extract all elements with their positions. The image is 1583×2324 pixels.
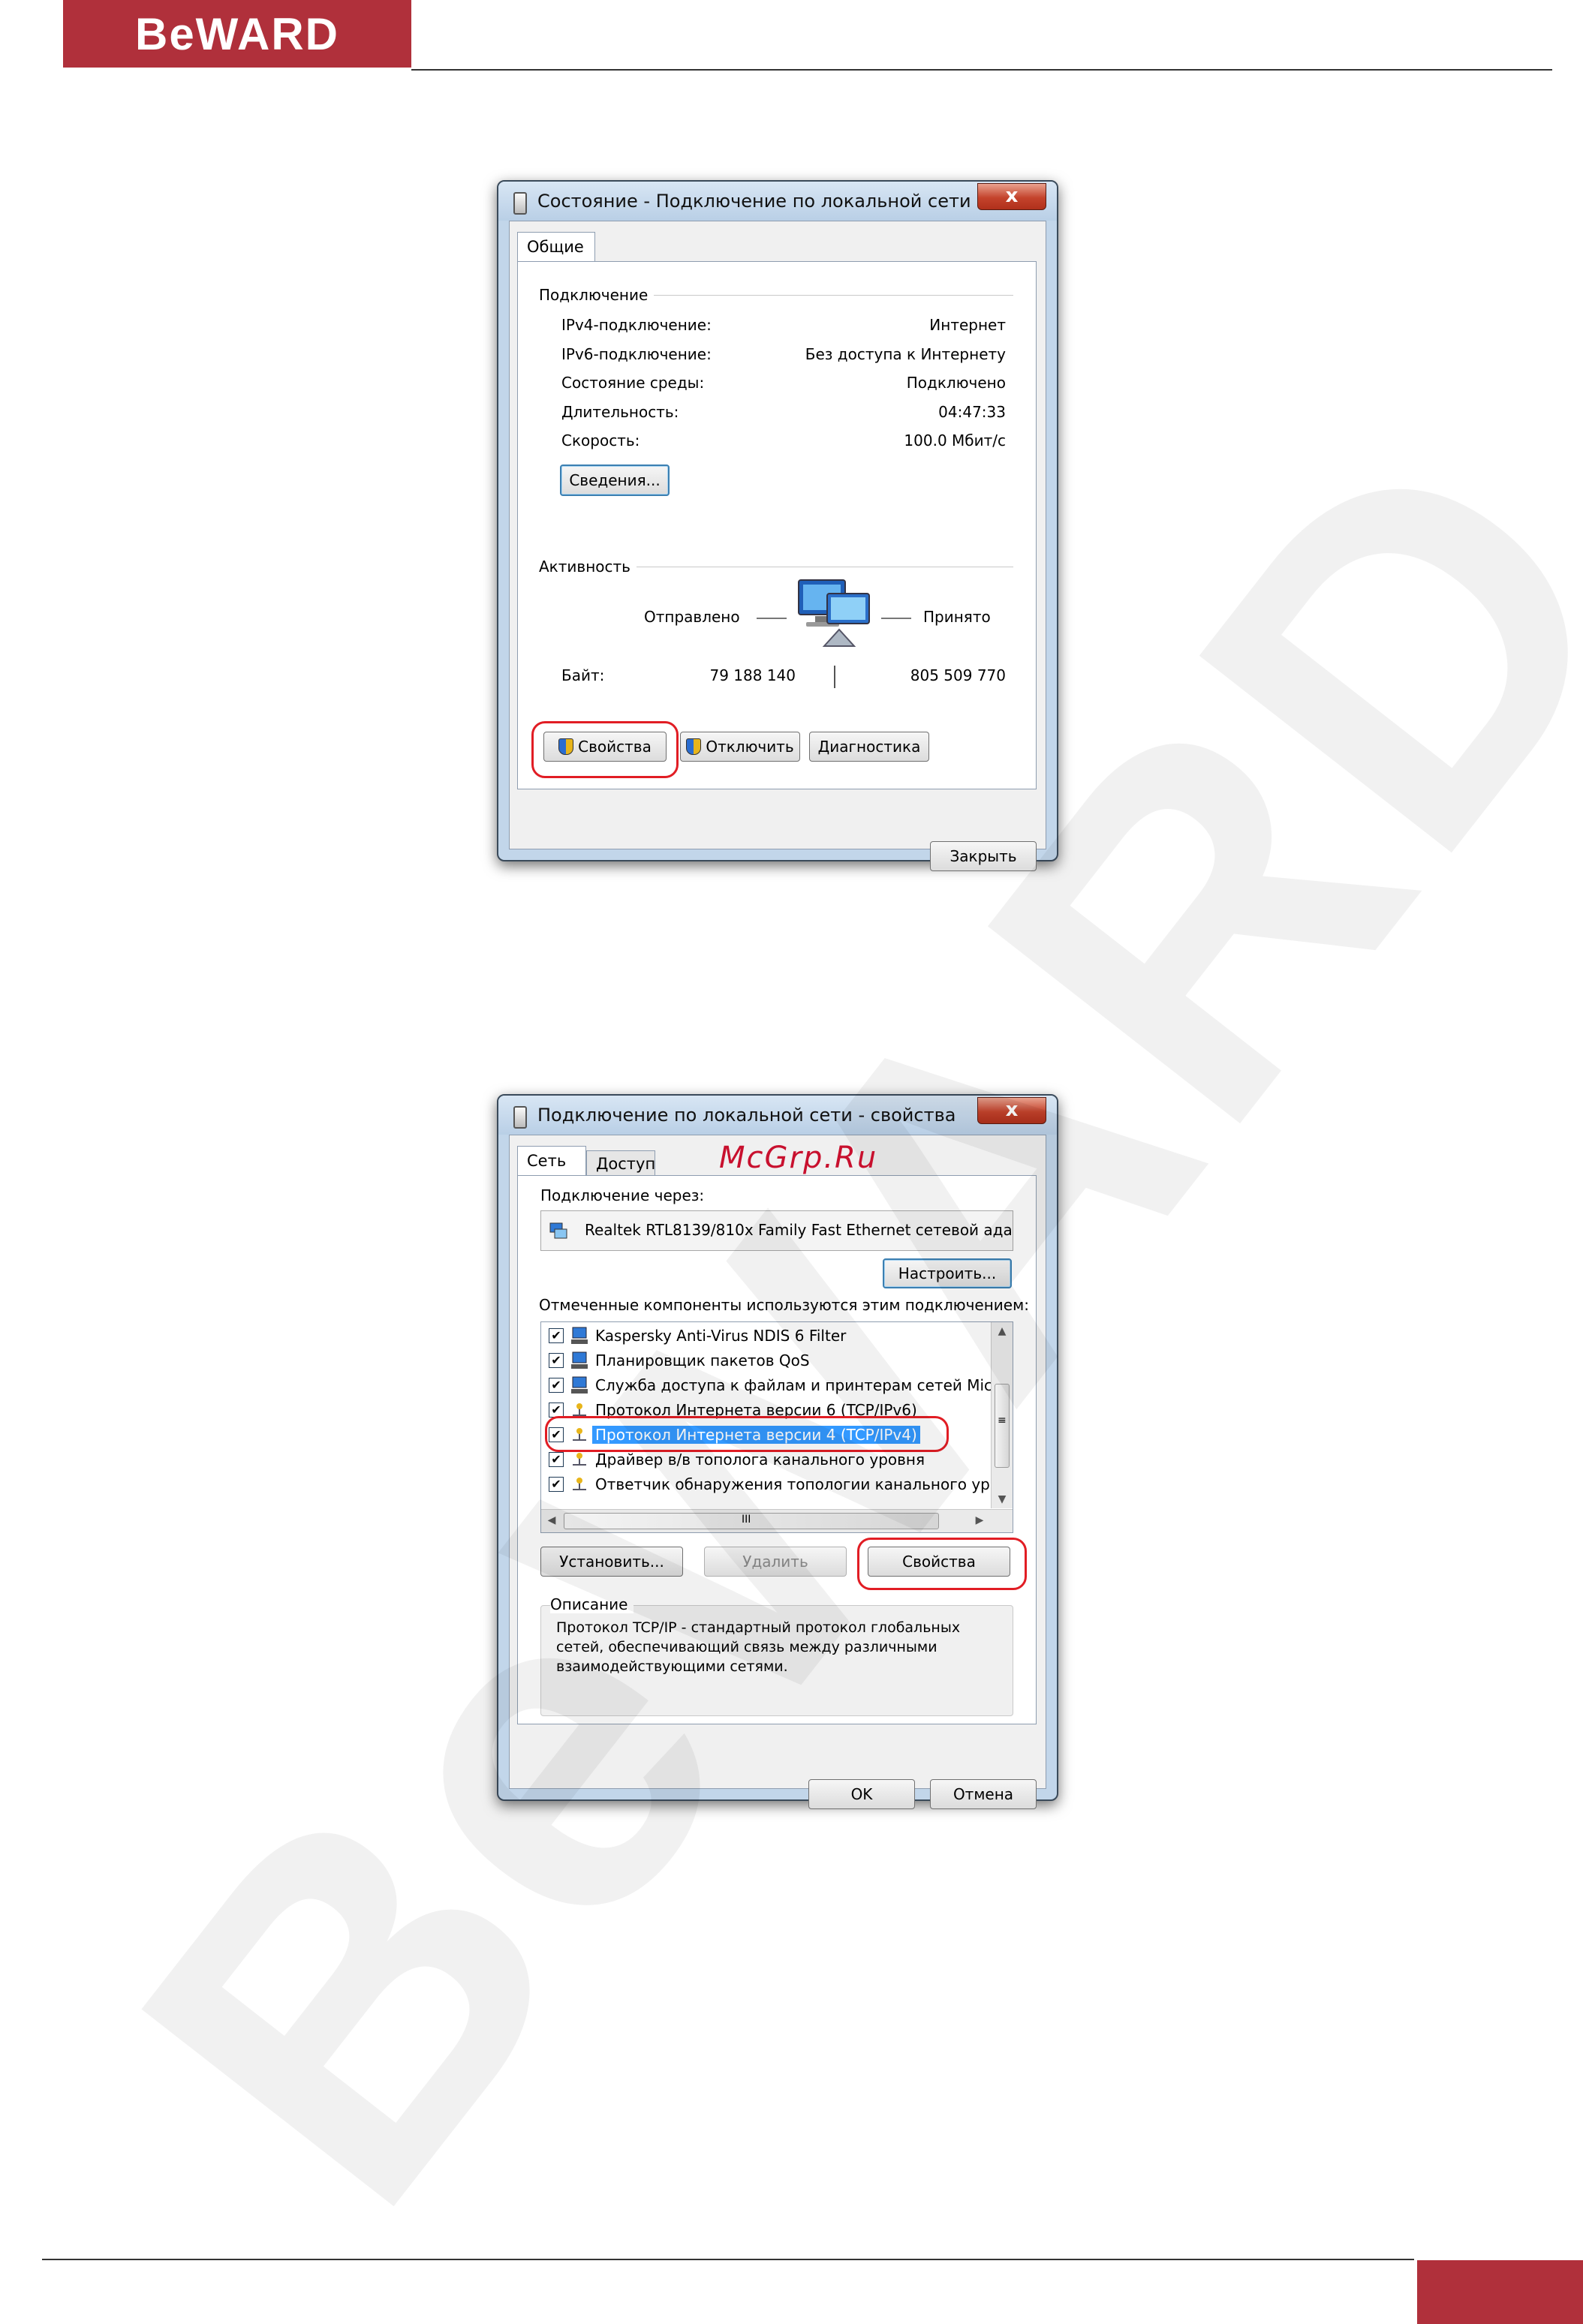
network-client-icon: [571, 1376, 588, 1393]
header-divider: [411, 69, 1552, 71]
checkbox[interactable]: ✔: [549, 1452, 564, 1467]
checkbox[interactable]: ✔: [549, 1403, 564, 1418]
properties-dialog: Подключение по локальной сети - свойства…: [497, 1094, 1058, 1809]
scroll-down-icon[interactable]: ▼: [992, 1493, 1013, 1505]
component-name: Драйвер в/в тополога канального уровня: [595, 1451, 925, 1469]
connection-group-title: Подключение: [539, 286, 655, 304]
checkbox[interactable]: ✔: [549, 1378, 564, 1393]
cancel-button[interactable]: Отмена: [930, 1779, 1037, 1809]
disable-button[interactable]: Отключить: [680, 732, 800, 762]
list-item[interactable]: ✔ Kaspersky Anti-Virus NDIS 6 Filter: [541, 1324, 992, 1348]
bytes-sent-value: 79 188 140: [709, 666, 796, 684]
status-dialog-title: Состояние - Подключение по локальной сет…: [537, 191, 971, 212]
network-client-icon: [571, 1327, 588, 1344]
network-tab-panel: Подключение через: Realtek RTL8139/810x …: [517, 1175, 1037, 1724]
properties-dialog-titlebar[interactable]: Подключение по локальной сети - свойства…: [498, 1096, 1057, 1135]
tab-network[interactable]: Сеть: [517, 1146, 586, 1176]
received-label: Принято: [923, 608, 991, 626]
site-watermark: McGrp.Ru: [719, 1141, 878, 1175]
component-name: Планировщик пакетов QoS: [595, 1351, 810, 1369]
media-state-label: Состояние среды:: [561, 374, 705, 392]
network-plug-icon: [513, 1106, 527, 1129]
component-name: Служба доступа к файлам и принтерам сете…: [595, 1376, 1008, 1394]
close-button[interactable]: Закрыть: [930, 841, 1037, 871]
component-name: Kaspersky Anti-Virus NDIS 6 Filter: [595, 1327, 847, 1345]
grip-icon: III: [742, 1514, 751, 1526]
list-item[interactable]: ✔ Служба доступа к файлам и принтерам се…: [541, 1373, 1007, 1398]
vertical-scrollbar[interactable]: ▲ ≡ ▼: [991, 1322, 1013, 1508]
disable-button-label: Отключить: [706, 738, 794, 756]
status-dialog-titlebar[interactable]: Состояние - Подключение по локальной сет…: [498, 182, 1057, 221]
install-button[interactable]: Установить...: [540, 1547, 683, 1577]
uac-shield-icon: [686, 738, 702, 755]
tab-access[interactable]: Доступ: [586, 1150, 655, 1176]
duration-value: 04:47:33: [938, 403, 1006, 421]
scroll-right-icon[interactable]: ▶: [972, 1514, 987, 1526]
checkbox[interactable]: ✔: [549, 1477, 564, 1492]
description-text: Протокол TCP/IP - стандартный протокол г…: [556, 1619, 961, 1675]
status-dialog: Состояние - Подключение по локальной сет…: [497, 180, 1058, 871]
bytes-label: Байт:: [561, 666, 605, 684]
footer-page-block: [1417, 2260, 1583, 2324]
adapter-name-box: Realtek RTL8139/810x Family Fast Etherne…: [540, 1210, 1013, 1251]
close-window-button[interactable]: x: [977, 183, 1046, 210]
duration-label: Длительность:: [561, 403, 679, 421]
close-window-button[interactable]: x: [977, 1097, 1046, 1124]
scroll-up-icon[interactable]: ▲: [992, 1325, 1013, 1337]
checkbox[interactable]: ✔: [549, 1328, 564, 1343]
speed-value: 100.0 Мбит/с: [904, 431, 1006, 449]
footer-divider: [42, 2259, 1414, 2260]
connect-using-label: Подключение через:: [540, 1186, 705, 1204]
received-connector-line: [881, 618, 911, 619]
components-label: Отмеченные компоненты используются этим …: [539, 1296, 1029, 1314]
vertical-scroll-thumb[interactable]: ≡: [995, 1384, 1010, 1468]
description-group: Описание Протокол TCP/IP - стандартный п…: [540, 1595, 1013, 1716]
list-item[interactable]: ✔ Ответчик обнаружения топологии канальн…: [541, 1472, 1008, 1497]
horizontal-scrollbar[interactable]: ◀ III ▶: [541, 1509, 1013, 1532]
network-client-icon: [571, 1351, 588, 1369]
general-tab-panel: Подключение IPv4-подключение: Интернет I…: [517, 261, 1037, 789]
activity-divider: [834, 666, 835, 688]
configure-button[interactable]: Настроить...: [883, 1258, 1012, 1288]
horizontal-scroll-thumb[interactable]: III: [564, 1513, 939, 1529]
component-name: Ответчик обнаружения топологии канальног…: [595, 1475, 1008, 1493]
properties-dialog-title: Подключение по локальной сети - свойства: [537, 1105, 956, 1126]
properties-highlight-oval: [857, 1538, 1027, 1590]
properties-highlight-oval: [531, 721, 679, 778]
protocol-icon: [573, 1453, 586, 1466]
diagnose-button[interactable]: Диагностика: [809, 732, 929, 762]
status-dialog-client: Общие Подключение IPv4-подключение: Инте…: [509, 221, 1046, 871]
sent-label: Отправлено: [644, 608, 740, 626]
network-plug-icon: [513, 192, 527, 215]
details-button[interactable]: Сведения...: [560, 464, 670, 496]
tab-general[interactable]: Общие: [517, 232, 595, 262]
remove-button: Удалить: [704, 1547, 847, 1577]
protocol-icon: [573, 1478, 586, 1490]
activity-group-title: Активность: [539, 558, 637, 576]
beward-logo: BeWARD: [63, 0, 411, 68]
media-state-value: Подключено: [906, 374, 1006, 392]
grip-icon: ≡: [998, 1415, 1007, 1427]
ok-button[interactable]: OK: [808, 1779, 915, 1809]
ipv4-highlight-oval: [545, 1416, 949, 1452]
close-icon: x: [1005, 185, 1019, 207]
bytes-received-value: 805 509 770: [910, 666, 1006, 684]
ipv4-value: Интернет: [929, 316, 1006, 334]
checkbox[interactable]: ✔: [549, 1353, 564, 1368]
ipv4-label: IPv4-подключение:: [561, 316, 712, 334]
list-item[interactable]: ✔ Планировщик пакетов QoS: [541, 1348, 992, 1373]
speed-label: Скорость:: [561, 431, 640, 449]
properties-dialog-client: Сеть Доступ Подключение через: Realtek R…: [509, 1135, 1046, 1809]
network-activity-icon: [798, 579, 870, 647]
network-adapter-icon: [549, 1222, 567, 1239]
ipv6-label: IPv6-подключение:: [561, 345, 712, 363]
ipv6-value: Без доступа к Интернету: [805, 345, 1006, 363]
sent-connector-line: [757, 618, 787, 619]
adapter-name: Realtek RTL8139/810x Family Fast Etherne…: [585, 1221, 1013, 1239]
scroll-left-icon[interactable]: ◀: [544, 1514, 559, 1526]
description-group-title: Описание: [550, 1595, 634, 1613]
close-icon: x: [1005, 1099, 1019, 1121]
